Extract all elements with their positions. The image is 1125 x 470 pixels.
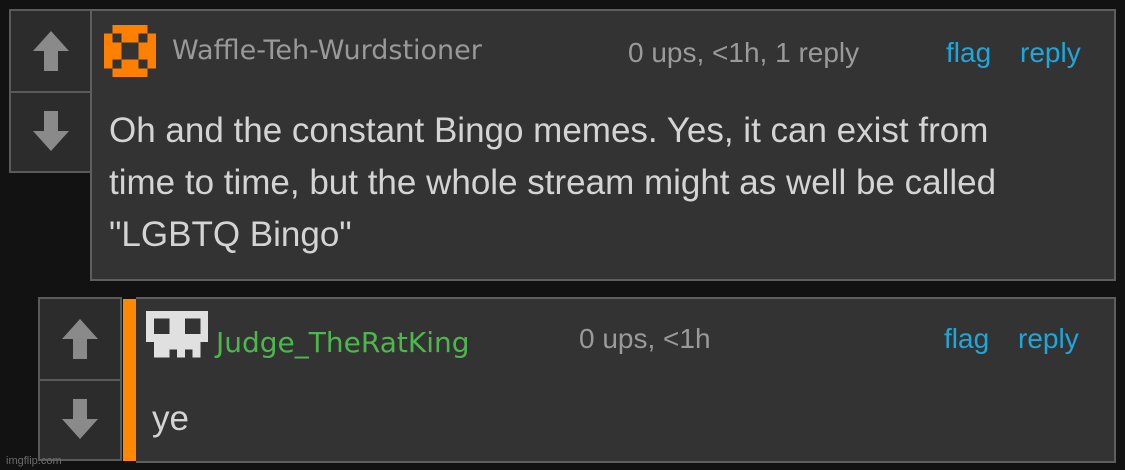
arrow-up-icon	[60, 317, 100, 361]
comment-username[interactable]: Judge_TheRatKing	[216, 326, 470, 359]
watermark: imgflip.com	[6, 455, 62, 467]
vote-box-comment-1	[9, 9, 93, 173]
flag-link[interactable]: flag	[944, 323, 989, 355]
vote-box-comment-2	[38, 297, 122, 461]
comment-username[interactable]: Waffle-Teh-Wurdstioner	[172, 35, 482, 66]
comment-1: Waffle-Teh-Wurdstioner 0 ups, <1h, 1 rep…	[90, 9, 1116, 281]
comment-meta: 0 ups, <1h, 1 reply	[628, 37, 860, 68]
comment-text: ye	[152, 399, 189, 438]
comment-text: Oh and the constant Bingo memes. Yes, it…	[109, 111, 997, 254]
reply-link[interactable]: reply	[1018, 323, 1079, 355]
pixel-skull-avatar-icon[interactable]	[146, 309, 208, 364]
pixel-cross-avatar-icon[interactable]	[104, 25, 156, 82]
arrow-up-icon	[31, 29, 71, 73]
downvote-button[interactable]	[40, 379, 120, 459]
flag-link[interactable]: flag	[946, 37, 991, 69]
upvote-button[interactable]	[11, 11, 91, 93]
reply-link[interactable]: reply	[1020, 37, 1081, 69]
downvote-button[interactable]	[11, 91, 91, 171]
upvote-button[interactable]	[40, 299, 120, 381]
arrow-down-icon	[31, 109, 71, 153]
arrow-down-icon	[60, 397, 100, 441]
comment-meta: 0 ups, <1h	[579, 323, 711, 354]
comment-2: Judge_TheRatKing 0 ups, <1h flag reply y…	[136, 297, 1116, 463]
